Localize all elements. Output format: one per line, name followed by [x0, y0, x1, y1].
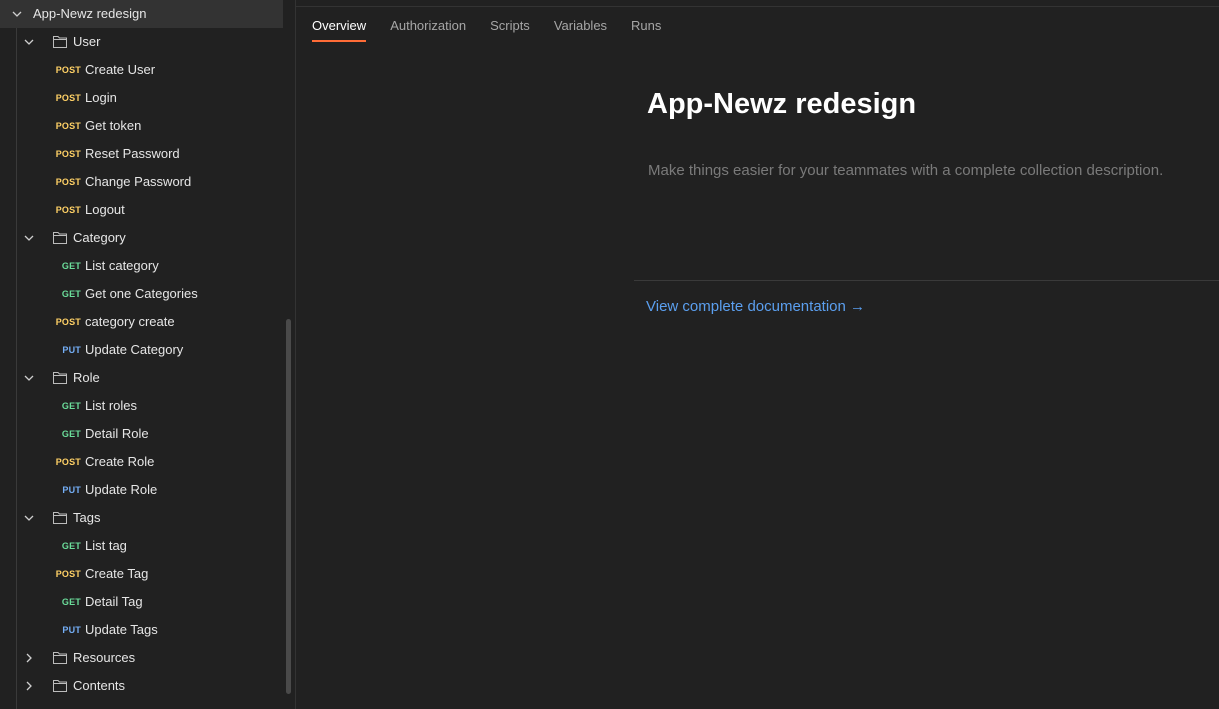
method-badge: PUT [62, 625, 81, 635]
tab-scripts[interactable]: Scripts [490, 18, 530, 42]
method-badge: POST [55, 65, 81, 75]
collection-name: App-Newz redesign [33, 6, 147, 21]
chevron-down-icon[interactable] [23, 36, 35, 48]
sidebar-folder-contents[interactable]: Contents [0, 672, 283, 700]
sidebar-request[interactable]: GET List roles [0, 392, 283, 420]
description-placeholder[interactable]: Make things easier for your teammates wi… [648, 162, 1163, 179]
folder-label: User [73, 34, 101, 49]
request-label: Detail Role [85, 426, 149, 441]
method-badge: POST [55, 177, 81, 187]
folder-label: Resources [73, 650, 136, 665]
method-badge: GET [61, 429, 81, 439]
collection-row[interactable]: App-Newz redesign [0, 0, 283, 28]
chevron-right-icon[interactable] [23, 652, 35, 664]
chevron-right-icon[interactable] [23, 680, 35, 692]
method-badge: POST [55, 93, 81, 103]
request-label: Update Tags [85, 622, 158, 637]
sidebar-request[interactable]: PUT Update Category [0, 336, 283, 364]
sidebar: App-Newz redesign User POST Create User POS… [0, 0, 296, 709]
chevron-down-icon[interactable] [23, 372, 35, 384]
tab-runs[interactable]: Runs [631, 18, 661, 42]
folder-icon [53, 652, 67, 664]
folder-icon [53, 372, 67, 384]
main-panel: Overview Authorization Scripts Variables… [296, 0, 1219, 709]
top-divider [296, 6, 1219, 7]
request-label: List tag [85, 538, 127, 553]
tab-variables[interactable]: Variables [554, 18, 607, 42]
request-label: Update Category [85, 342, 184, 357]
tab-bar: Overview Authorization Scripts Variables… [312, 18, 685, 42]
sidebar-request[interactable]: POST Create User [0, 56, 283, 84]
request-label: category create [85, 314, 175, 329]
sidebar-folder-resources[interactable]: Resources [0, 644, 283, 672]
sidebar-request[interactable]: GET Detail Role [0, 420, 283, 448]
chevron-down-icon[interactable] [23, 232, 35, 244]
folder-label: Role [73, 370, 100, 385]
method-badge: POST [55, 205, 81, 215]
view-documentation-link[interactable]: View complete documentation → [646, 298, 865, 315]
method-badge: POST [55, 317, 81, 327]
sidebar-request[interactable]: POST Logout [0, 196, 283, 224]
request-label: Create Tag [85, 566, 149, 581]
sidebar-request[interactable]: PUT Update Role [0, 476, 283, 504]
request-label: Login [85, 90, 117, 105]
folder-icon [53, 232, 67, 244]
sidebar-folder-user[interactable]: User [0, 28, 283, 56]
method-badge: POST [55, 457, 81, 467]
sidebar-request[interactable]: POST Login [0, 84, 283, 112]
folder-label: Category [73, 230, 126, 245]
folder-icon [53, 512, 67, 524]
page-title[interactable]: App-Newz redesign [647, 88, 916, 121]
method-badge: PUT [62, 345, 81, 355]
request-label: List category [85, 258, 159, 273]
request-label: Get one Categories [85, 286, 198, 301]
sidebar-request[interactable]: POST Change Password [0, 168, 283, 196]
chevron-down-icon[interactable] [23, 512, 35, 524]
chevron-down-icon[interactable] [11, 8, 23, 20]
sidebar-request[interactable]: POST Create Tag [0, 560, 283, 588]
sidebar-request[interactable]: POST Reset Password [0, 140, 283, 168]
folder-icon [53, 680, 67, 692]
sidebar-request[interactable]: GET Get one Categories [0, 280, 283, 308]
tab-overview[interactable]: Overview [312, 18, 367, 42]
request-label: List roles [85, 398, 138, 413]
section-divider [634, 280, 1219, 281]
request-label: Detail Tag [85, 594, 143, 609]
method-badge: GET [61, 261, 81, 271]
sidebar-folder-tags[interactable]: Tags [0, 504, 283, 532]
method-badge: POST [55, 569, 81, 579]
sidebar-request[interactable]: GET List tag [0, 532, 283, 560]
tab-authorization[interactable]: Authorization [390, 18, 466, 42]
folder-icon [53, 36, 67, 48]
sidebar-request[interactable]: POST Get token [0, 112, 283, 140]
sidebar-folder-category[interactable]: Category [0, 224, 283, 252]
method-badge: POST [55, 121, 81, 131]
request-label: Change Password [85, 174, 192, 189]
sidebar-folder-role[interactable]: Role [0, 364, 283, 392]
method-badge: PUT [62, 485, 81, 495]
method-badge: GET [61, 597, 81, 607]
sidebar-request[interactable]: GET Detail Tag [0, 588, 283, 616]
folder-label: Tags [73, 510, 101, 525]
request-label: Reset Password [85, 146, 180, 161]
sidebar-request[interactable]: PUT Update Tags [0, 616, 283, 644]
method-badge: GET [61, 289, 81, 299]
sidebar-scrollbar[interactable] [286, 319, 291, 694]
request-label: Update Role [85, 482, 158, 497]
sidebar-request[interactable]: POST Create Role [0, 448, 283, 476]
method-badge: GET [61, 541, 81, 551]
sidebar-request[interactable]: POST category create [0, 308, 283, 336]
request-label: Get token [85, 118, 142, 133]
folder-label: Contents [73, 678, 126, 693]
request-label: Logout [85, 202, 125, 217]
method-badge: POST [55, 149, 81, 159]
request-label: Create Role [85, 454, 155, 469]
request-label: Create User [85, 62, 156, 77]
sidebar-request[interactable]: GET List category [0, 252, 283, 280]
method-badge: GET [61, 401, 81, 411]
